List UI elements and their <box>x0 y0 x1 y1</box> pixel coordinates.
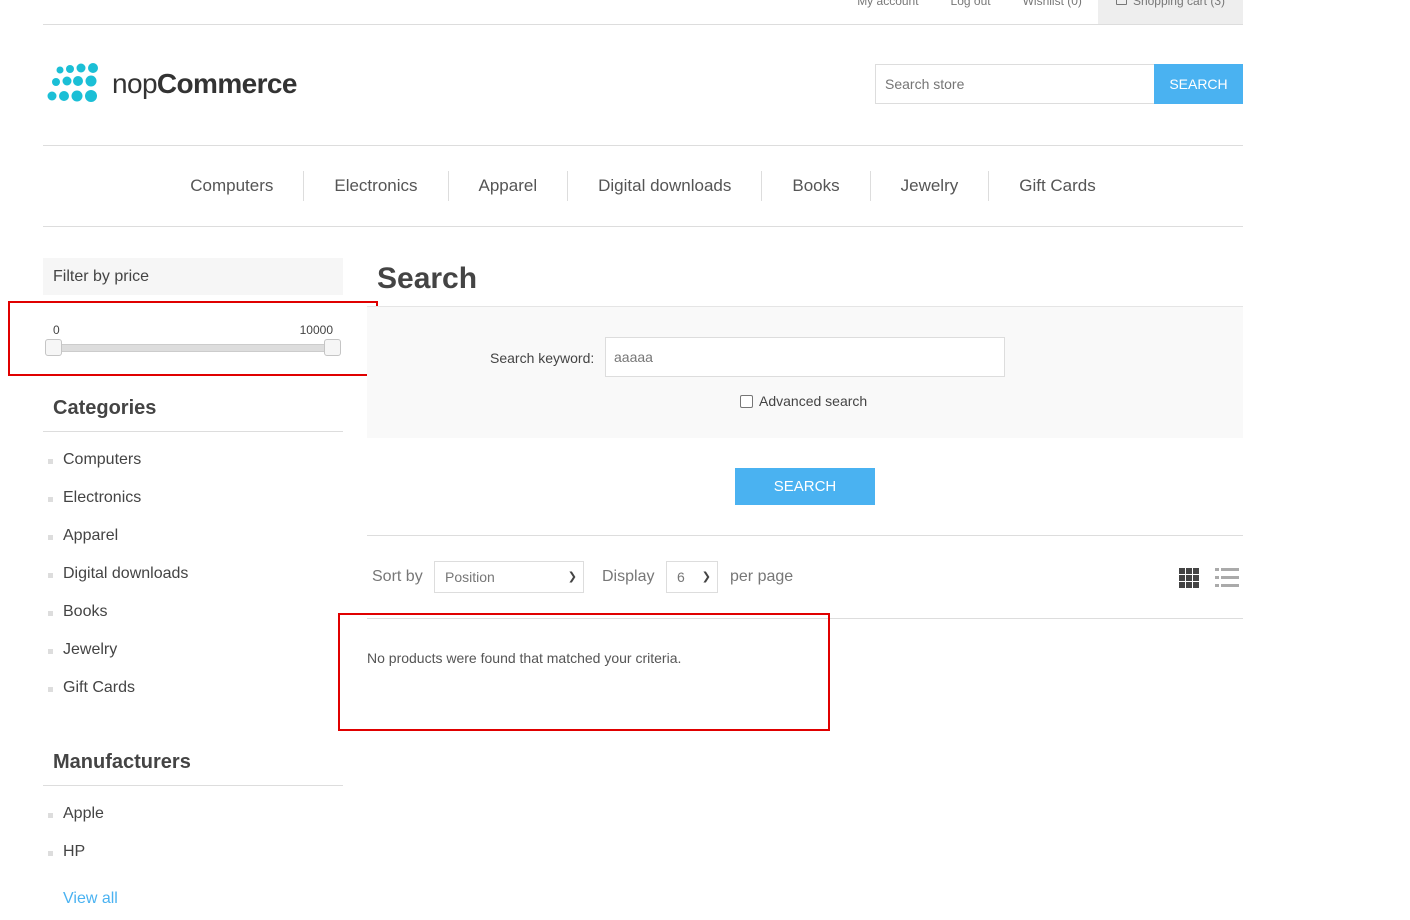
sort-by-select[interactable]: Position ❯ <box>434 561 584 593</box>
wishlist-link[interactable]: Wishlist (0) <box>1007 0 1098 24</box>
category-item-jewelry[interactable]: Jewelry <box>43 631 343 669</box>
search-button[interactable]: SEARCH <box>735 468 875 505</box>
shopping-cart-label: Shopping cart (3) <box>1132 0 1225 8</box>
category-item-electronics[interactable]: Electronics <box>43 479 343 517</box>
sort-by-label: Sort by <box>372 568 423 585</box>
chevron-down-icon: ❯ <box>567 571 577 583</box>
top-menu: Computers Electronics Apparel Digital do… <box>43 145 1243 227</box>
view-all-manufacturers-link[interactable]: View all <box>63 890 118 908</box>
page-size-select[interactable]: 6 ❯ <box>666 561 718 593</box>
per-page-label: per page <box>730 568 794 585</box>
logo-text: nopCommerce <box>112 68 297 100</box>
sort-by-value: Position <box>445 569 495 585</box>
chevron-down-icon: ❯ <box>701 571 711 583</box>
manufacturers-list: Apple HP <box>43 795 343 871</box>
category-item-gift-cards[interactable]: Gift Cards <box>43 669 343 707</box>
header-links-bar: My account Log out Wishlist (0) Shopping… <box>43 0 1243 25</box>
grid-view-icon[interactable] <box>1179 568 1199 588</box>
logo-dots-icon <box>47 63 98 102</box>
advanced-search-checkbox[interactable] <box>740 394 753 408</box>
category-item-apparel[interactable]: Apparel <box>43 517 343 555</box>
filter-by-price-title: Filter by price <box>53 268 150 285</box>
page-title: Search <box>377 262 478 295</box>
product-selectors: Sort by Position ❯ Display 6 ❯ per page <box>367 535 1243 619</box>
display-label: Display <box>602 568 655 585</box>
log-out-link[interactable]: Log out <box>935 0 1007 24</box>
categories-title: Categories <box>53 397 157 419</box>
manufacturer-item-apple[interactable]: Apple <box>43 795 343 833</box>
shopping-cart-link[interactable]: Shopping cart (3) <box>1097 0 1243 24</box>
filter-by-price-title-box: Filter by price <box>43 258 343 295</box>
price-filter-highlight-box <box>8 301 378 376</box>
header-links: My account Log out Wishlist (0) Shopping… <box>841 0 1243 24</box>
top-menu-item-gift-cards[interactable]: Gift Cards <box>989 171 1126 201</box>
top-menu-item-computers[interactable]: Computers <box>160 171 305 201</box>
store-search-input[interactable] <box>875 64 1154 104</box>
search-keyword-label: Search keyword: <box>490 350 595 366</box>
no-results-highlight-box <box>338 613 830 731</box>
advanced-search-label: Advanced search <box>759 393 868 409</box>
store-search: SEARCH <box>875 64 1243 104</box>
manufacturers-title-block: Manufacturers <box>43 746 343 786</box>
search-keyword-input[interactable]: aaaaa <box>605 337 1005 377</box>
cart-icon <box>1115 0 1127 5</box>
logo-text-light: nop <box>112 68 158 99</box>
top-menu-item-digital-downloads[interactable]: Digital downloads <box>568 171 763 201</box>
top-menu-item-electronics[interactable]: Electronics <box>304 171 449 201</box>
manufacturers-title: Manufacturers <box>53 751 191 773</box>
categories-title-block: Categories <box>43 392 343 432</box>
category-item-books[interactable]: Books <box>43 593 343 631</box>
logo-text-bold: Commerce <box>156 68 298 99</box>
top-menu-item-apparel[interactable]: Apparel <box>449 171 569 201</box>
search-keyword-value: aaaaa <box>614 349 653 365</box>
manufacturer-item-hp[interactable]: HP <box>43 833 343 871</box>
category-item-digital-downloads[interactable]: Digital downloads <box>43 555 343 593</box>
list-view-icon[interactable] <box>1215 568 1239 588</box>
category-item-computers[interactable]: Computers <box>43 441 343 479</box>
search-panel: Search keyword: aaaaa Advanced search <box>367 306 1243 438</box>
page-size-value: 6 <box>677 569 685 585</box>
my-account-link[interactable]: My account <box>841 0 934 24</box>
store-logo[interactable]: nopCommerce <box>46 63 297 105</box>
top-menu-item-jewelry[interactable]: Jewelry <box>871 171 990 201</box>
advanced-search-option[interactable]: Advanced search <box>740 393 867 409</box>
store-search-button[interactable]: SEARCH <box>1154 64 1243 104</box>
top-menu-item-books[interactable]: Books <box>762 171 871 201</box>
categories-list: Computers Electronics Apparel Digital do… <box>43 441 343 707</box>
